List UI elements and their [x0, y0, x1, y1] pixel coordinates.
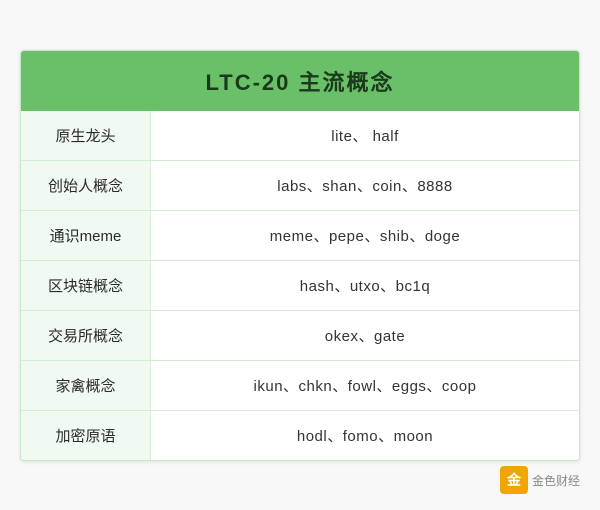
row-label-4: 交易所概念 — [21, 311, 151, 360]
card-header: LTC-20 主流概念 — [21, 51, 579, 111]
watermark-text: 金色财经 — [532, 472, 580, 489]
row-label-6: 加密原语 — [21, 411, 151, 460]
row-value-2: meme、pepe、shib、doge — [151, 211, 579, 260]
page-wrapper: LTC-20 主流概念 原生龙头lite、 half创始人概念labs、shan… — [0, 0, 600, 510]
row-label-1: 创始人概念 — [21, 161, 151, 210]
watermark: 金 金色财经 — [500, 466, 580, 494]
table-row: 加密原语hodl、fomo、moon — [21, 411, 579, 460]
main-card: LTC-20 主流概念 原生龙头lite、 half创始人概念labs、shan… — [20, 50, 580, 461]
row-label-5: 家禽概念 — [21, 361, 151, 410]
watermark-icon-text: 金 — [507, 470, 521, 490]
row-value-4: okex、gate — [151, 311, 579, 360]
row-label-2: 通识meme — [21, 211, 151, 260]
table-row: 家禽概念ikun、chkn、fowl、eggs、coop — [21, 361, 579, 411]
row-value-0: lite、 half — [151, 111, 579, 160]
table-row: 创始人概念labs、shan、coin、8888 — [21, 161, 579, 211]
card-title: LTC-20 主流概念 — [205, 70, 394, 95]
row-value-3: hash、utxo、bc1q — [151, 261, 579, 310]
row-value-1: labs、shan、coin、8888 — [151, 161, 579, 210]
table-row: 通识memememe、pepe、shib、doge — [21, 211, 579, 261]
table-row: 原生龙头lite、 half — [21, 111, 579, 161]
row-value-5: ikun、chkn、fowl、eggs、coop — [151, 361, 579, 410]
row-label-0: 原生龙头 — [21, 111, 151, 160]
watermark-icon: 金 — [500, 466, 528, 494]
row-label-3: 区块链概念 — [21, 261, 151, 310]
card-body: 原生龙头lite、 half创始人概念labs、shan、coin、8888通识… — [21, 111, 579, 460]
table-row: 区块链概念hash、utxo、bc1q — [21, 261, 579, 311]
row-value-6: hodl、fomo、moon — [151, 411, 579, 460]
table-row: 交易所概念okex、gate — [21, 311, 579, 361]
